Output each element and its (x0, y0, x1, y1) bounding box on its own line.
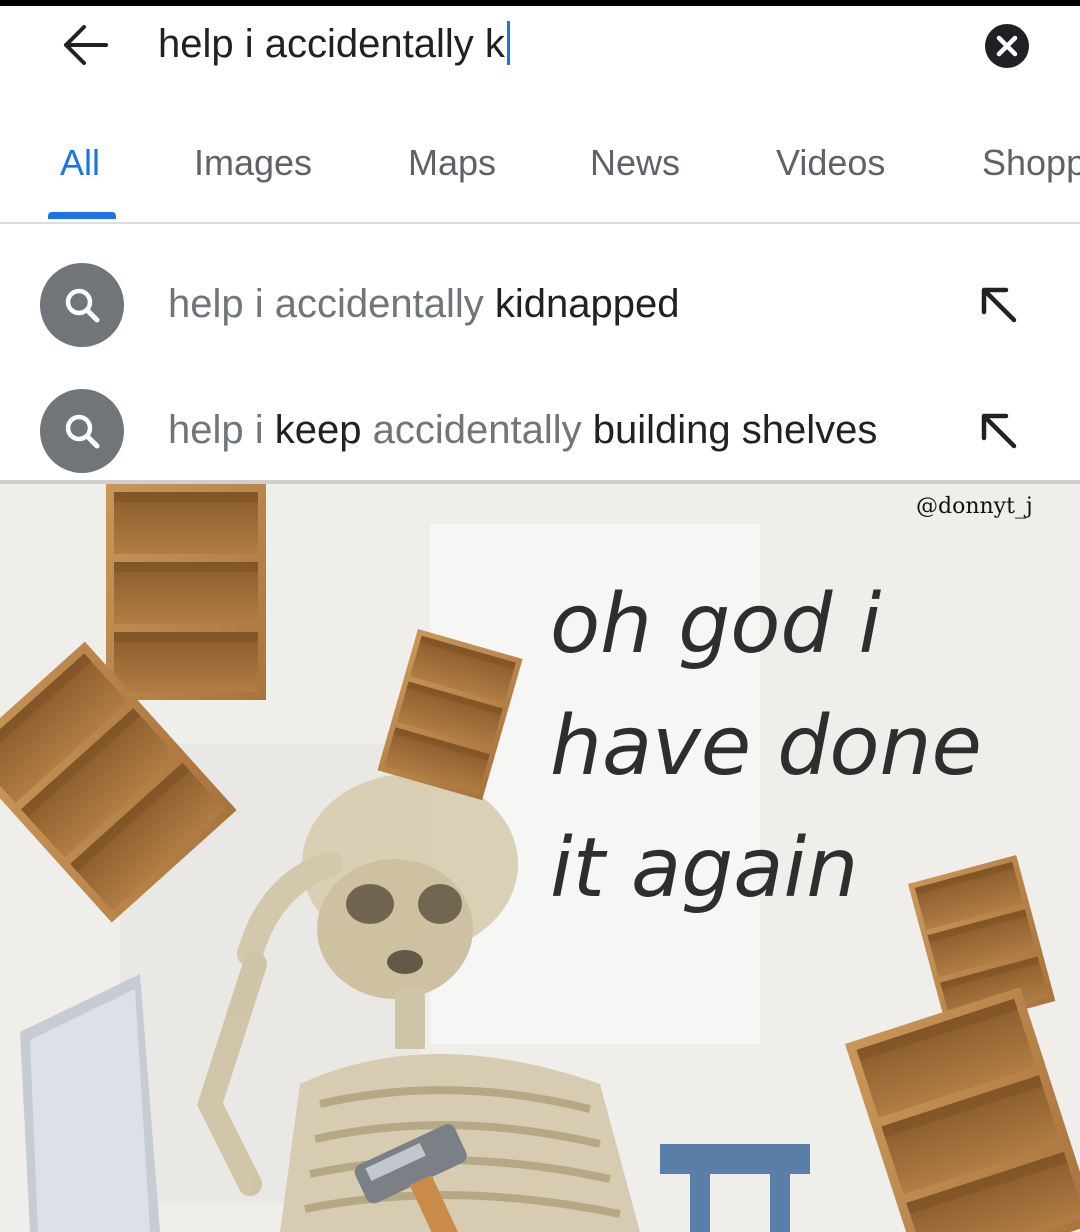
suggestion-match: keep (274, 408, 362, 452)
search-tabs: All Images Maps News Videos Shopp (0, 120, 1080, 224)
clear-search-button[interactable] (985, 24, 1029, 68)
fill-query-button[interactable] (976, 408, 1022, 454)
suggestion-typed-part: help i accidentally (168, 282, 495, 326)
tab-images[interactable]: Images (194, 142, 312, 184)
active-tab-indicator (48, 212, 116, 219)
close-icon (996, 35, 1018, 57)
search-icon (40, 263, 124, 347)
tab-maps[interactable]: Maps (408, 142, 496, 184)
author-watermark: @donnyt_j (916, 494, 1033, 519)
suggestion-completion: building shelves (592, 408, 878, 452)
tab-all[interactable]: All (60, 142, 100, 184)
fill-query-button[interactable] (976, 282, 1022, 328)
text-caret (506, 21, 510, 65)
suggestion-item[interactable]: help i accidentally kidnapped (0, 250, 1080, 360)
search-bar: help i accidentally k (0, 6, 1080, 96)
suggestion-completion: kidnapped (494, 282, 680, 326)
suggestion-typed-part: accidentally (361, 408, 593, 452)
arrow-up-left-icon (981, 287, 1017, 323)
back-button[interactable] (60, 22, 110, 68)
caption-line: have done (550, 699, 982, 794)
suggestion-item[interactable]: help i keep accidentally building shelve… (0, 376, 1080, 486)
caption-line: oh god i (550, 577, 882, 672)
tab-shopping[interactable]: Shopp (982, 142, 1080, 184)
suggestion-text: help i keep accidentally building shelve… (168, 408, 877, 453)
tab-videos[interactable]: Videos (776, 142, 885, 184)
meme-image: @donnyt_j oh god i have done it again (0, 484, 1080, 1232)
search-input[interactable]: help i accidentally k (158, 16, 510, 72)
meme-caption: oh god i have done it again (550, 564, 982, 930)
search-query-text: help i accidentally k (158, 22, 505, 66)
arrow-up-left-icon (981, 413, 1017, 449)
search-icon (40, 389, 124, 473)
arrow-left-icon (64, 25, 108, 65)
suggestion-text: help i accidentally kidnapped (168, 282, 679, 327)
tab-news[interactable]: News (590, 142, 680, 184)
caption-line: it again (550, 821, 859, 916)
suggestion-typed-part: help i (168, 408, 275, 452)
